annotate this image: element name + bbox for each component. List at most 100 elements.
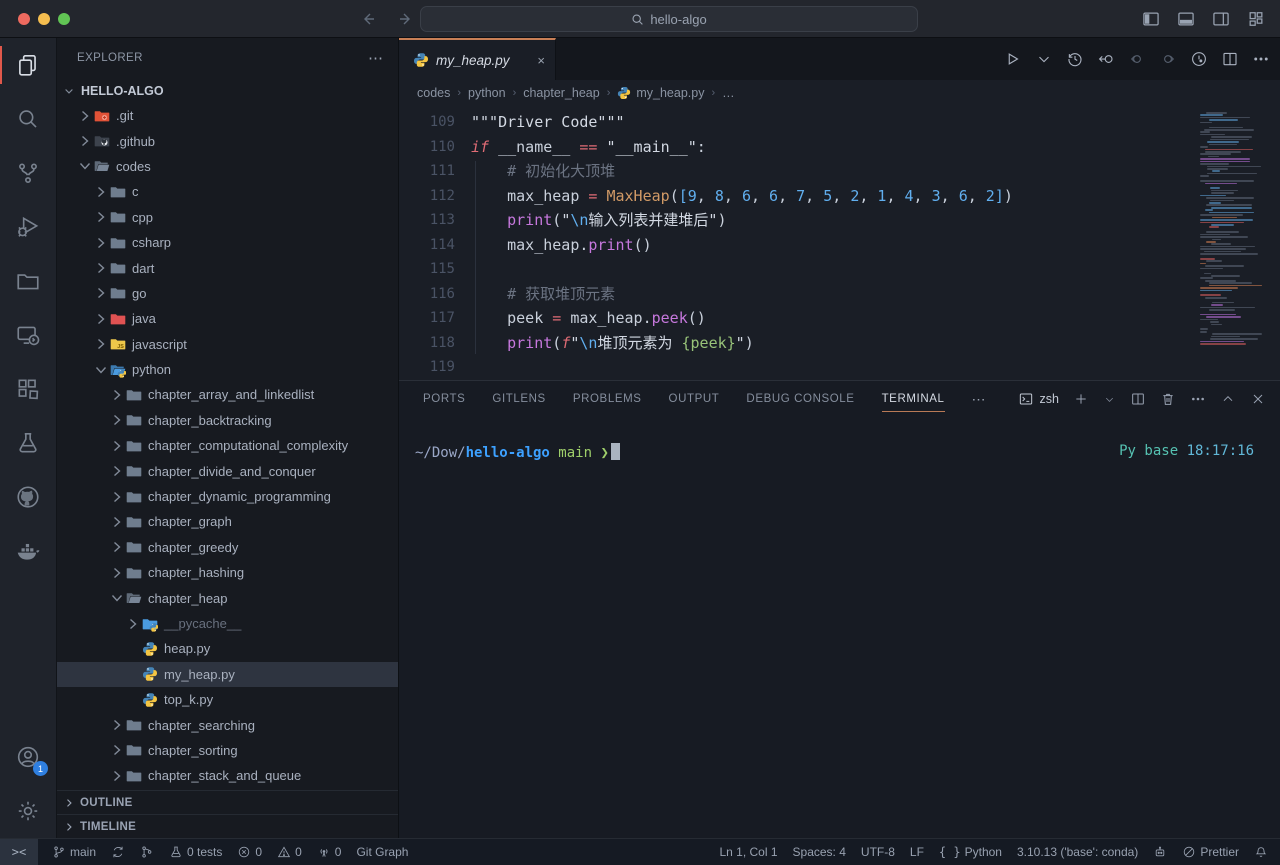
panel-tab-terminal[interactable]: TERMINAL <box>882 381 945 417</box>
tree-item-go[interactable]: go <box>57 281 398 306</box>
remote-indicator[interactable]: >< <box>0 839 38 865</box>
tree-item-chapter-hashing[interactable]: chapter_hashing <box>57 560 398 585</box>
code-line-109[interactable]: 109"""Driver Code""" <box>399 110 1280 135</box>
code-line-114[interactable]: 114 max_heap.print() <box>399 233 1280 258</box>
code-line-119[interactable]: 119 <box>399 355 1280 380</box>
tree-item--pycache-[interactable]: __pycache__ <box>57 611 398 636</box>
tree-item-chapter-heap[interactable]: chapter_heap <box>57 585 398 610</box>
tree-item-javascript[interactable]: JSjavascript <box>57 332 398 357</box>
activity-explorer[interactable] <box>0 38 56 92</box>
tree-item-chapter-backtracking[interactable]: chapter_backtracking <box>57 408 398 433</box>
tree-item-csharp[interactable]: csharp <box>57 230 398 255</box>
status-ln-1-col-1[interactable]: Ln 1, Col 1 <box>719 845 777 859</box>
activity-search[interactable] <box>0 92 56 146</box>
plus-icon[interactable] <box>1073 391 1089 407</box>
breadcrumb-item[interactable]: chapter_heap <box>523 86 599 100</box>
status-0-tests[interactable]: 0 tests <box>169 845 222 859</box>
split-panel-icon[interactable] <box>1130 391 1146 407</box>
tree-item-heap-py[interactable]: heap.py <box>57 636 398 661</box>
forward-icon[interactable] <box>398 11 414 27</box>
status-bell-icon[interactable] <box>1254 845 1268 859</box>
chevron-down-icon[interactable] <box>1103 393 1116 406</box>
tree-item--git[interactable]: .git <box>57 103 398 128</box>
panel-tab-ports[interactable]: PORTS <box>423 381 465 417</box>
status-0[interactable]: 0 <box>317 845 342 859</box>
activity-docker[interactable] <box>0 524 56 578</box>
activity-source-control[interactable] <box>0 146 56 200</box>
activity-testing[interactable] <box>0 416 56 470</box>
tree-item-chapter-dynamic-programming[interactable]: chapter_dynamic_programming <box>57 484 398 509</box>
command-center-search[interactable]: hello-algo <box>420 6 918 32</box>
status-0[interactable]: 0 <box>237 845 262 859</box>
code-line-118[interactable]: 118 print(f"\n堆顶元素为 {peek}") <box>399 331 1280 356</box>
tree-item-python[interactable]: python <box>57 357 398 382</box>
breadcrumb-item[interactable]: my_heap.py <box>617 86 704 100</box>
breadcrumb-item[interactable]: python <box>468 86 506 100</box>
history-icon[interactable] <box>1066 50 1084 68</box>
status-spaces-4[interactable]: Spaces: 4 <box>793 845 846 859</box>
tree-item-chapter-greedy[interactable]: chapter_greedy <box>57 535 398 560</box>
close-window-button[interactable] <box>18 13 30 25</box>
code-editor[interactable]: 109"""Driver Code"""110if __name__ == "_… <box>399 106 1280 380</box>
code-line-110[interactable]: 110if __name__ == "__main__": <box>399 135 1280 160</box>
timeline-section-header[interactable]: TIMELINE <box>57 814 398 838</box>
status-git-graph[interactable]: Git Graph <box>356 845 408 859</box>
status-prettier[interactable]: Prettier <box>1182 845 1239 859</box>
chevron-up-icon[interactable] <box>1220 391 1236 407</box>
activity-github[interactable] <box>0 470 56 524</box>
status-main[interactable]: main <box>52 845 96 859</box>
blame-icon[interactable] <box>1190 50 1208 68</box>
code-line-112[interactable]: 112 max_heap = MaxHeap([9, 8, 6, 6, 7, 5… <box>399 184 1280 209</box>
terminal-icon[interactable]: zsh <box>1018 391 1059 407</box>
explorer-more-actions-icon[interactable]: ⋯ <box>368 49 384 67</box>
panel-tab-output[interactable]: OUTPUT <box>669 381 720 417</box>
tree-item-chapter-graph[interactable]: chapter_graph <box>57 509 398 534</box>
tree-item-chapter-searching[interactable]: chapter_searching <box>57 712 398 737</box>
tree-item-chapter-divide-and-conquer[interactable]: chapter_divide_and_conquer <box>57 458 398 483</box>
activity-accounts[interactable]: 1 <box>0 730 56 784</box>
code-line-113[interactable]: 113 print("\n输入列表并建堆后") <box>399 208 1280 233</box>
tree-item-c[interactable]: c <box>57 179 398 204</box>
breadcrumb-item[interactable]: codes <box>417 86 450 100</box>
tree-item-chapter-array-and-linkedlist[interactable]: chapter_array_and_linkedlist <box>57 382 398 407</box>
toggle-secondary-sidebar-icon[interactable] <box>1211 9 1231 29</box>
activity-settings[interactable] <box>0 784 56 838</box>
activity-remote-explorer[interactable] <box>0 308 56 362</box>
tree-root-hello-algo[interactable]: HELLO-ALGO <box>57 78 398 103</box>
minimap[interactable] <box>1200 112 1264 346</box>
status-utf-8[interactable]: UTF-8 <box>861 845 895 859</box>
tree-item-java[interactable]: java <box>57 306 398 331</box>
code-line-116[interactable]: 116 # 获取堆顶元素 <box>399 282 1280 307</box>
activity-run-debug[interactable] <box>0 200 56 254</box>
tree-item-cpp[interactable]: cpp <box>57 205 398 230</box>
run-icon[interactable] <box>1004 50 1022 68</box>
toggle-panel-icon[interactable] <box>1176 9 1196 29</box>
tree-item-codes[interactable]: codes <box>57 154 398 179</box>
chevron-down-icon[interactable] <box>1035 50 1053 68</box>
close-icon[interactable] <box>1250 391 1266 407</box>
status-sync-icon[interactable] <box>111 845 125 859</box>
tree-item-top-k-py[interactable]: top_k.py <box>57 687 398 712</box>
close-tab-icon[interactable]: × <box>537 53 545 68</box>
back-icon[interactable] <box>360 11 376 27</box>
next-change-icon[interactable] <box>1159 50 1177 68</box>
activity-extensions[interactable] <box>0 362 56 416</box>
tree-item-chapter-computational-complexity[interactable]: chapter_computational_complexity <box>57 433 398 458</box>
code-line-111[interactable]: 111 # 初始化大顶堆 <box>399 159 1280 184</box>
split-editor-icon[interactable] <box>1221 50 1239 68</box>
customize-layout-icon[interactable] <box>1246 9 1266 29</box>
status-robot-icon[interactable] <box>1153 845 1167 859</box>
more-actions-icon[interactable] <box>1190 391 1206 407</box>
more-actions-icon[interactable] <box>1252 50 1270 68</box>
status-lf[interactable]: LF <box>910 845 924 859</box>
tree-item-chapter-sorting[interactable]: chapter_sorting <box>57 738 398 763</box>
panel-tab-gitlens[interactable]: GITLENS <box>492 381 545 417</box>
toggle-primary-sidebar-icon[interactable] <box>1141 9 1161 29</box>
panel-tabs-more-icon[interactable]: ⋯ <box>972 391 986 408</box>
activity-project-manager[interactable] <box>0 254 56 308</box>
prev-change-icon[interactable] <box>1128 50 1146 68</box>
status-0[interactable]: 0 <box>277 845 302 859</box>
tree-item-dart[interactable]: dart <box>57 255 398 280</box>
code-line-117[interactable]: 117 peek = max_heap.peek() <box>399 306 1280 331</box>
trash-icon[interactable] <box>1160 391 1176 407</box>
